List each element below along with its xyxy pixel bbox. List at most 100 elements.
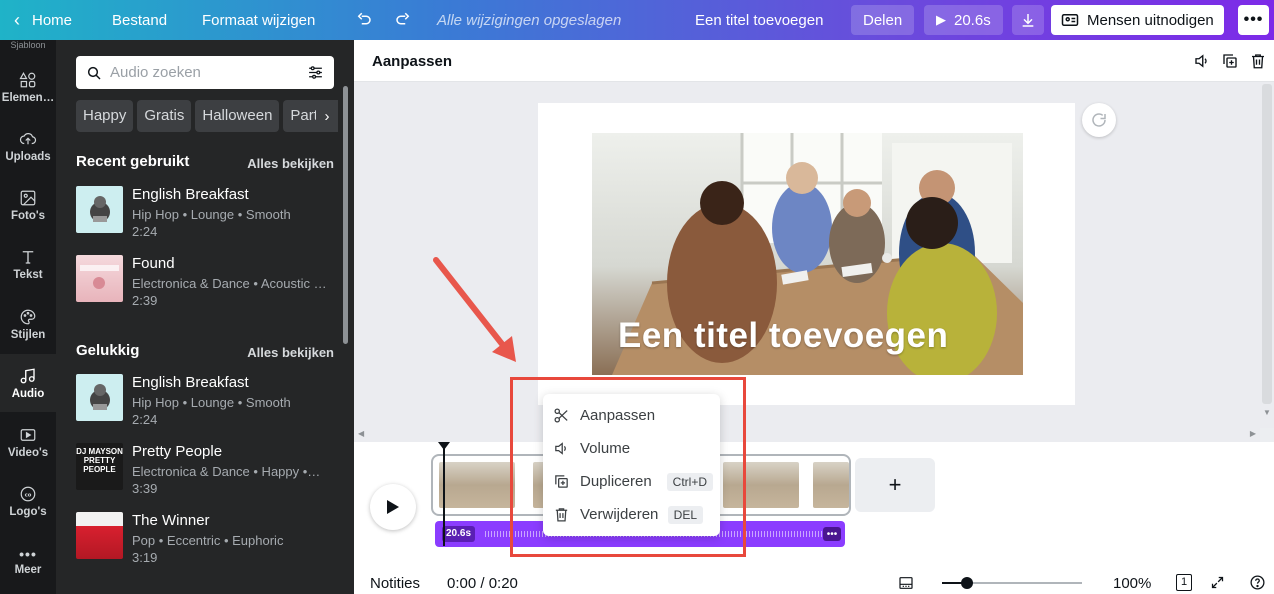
help-icon[interactable]	[1249, 574, 1266, 591]
rail-item-styles[interactable]: Stijlen	[0, 295, 56, 353]
audio-duration-badge: 20.6s	[442, 526, 476, 542]
zoom-slider[interactable]	[942, 577, 1082, 589]
chip-happy[interactable]: Happy	[76, 100, 134, 132]
filter-icon[interactable]	[307, 64, 324, 81]
search-placeholder: Audio zoeken	[110, 64, 201, 81]
track-item[interactable]: English Breakfast Hip Hop • Lounge • Smo…	[76, 374, 334, 434]
notes-button[interactable]: Notities	[370, 575, 420, 592]
share-button[interactable]: Delen	[851, 5, 915, 35]
more-icon: •••	[19, 546, 37, 562]
rail-label: Stijlen	[10, 328, 46, 341]
timeline: + 20.6s •••	[354, 442, 1274, 566]
rail-item-videos[interactable]: Video's	[0, 413, 56, 471]
canvas-title-text[interactable]: Een titel toevoegen	[618, 316, 948, 356]
upload-icon	[19, 132, 37, 144]
rail-item-elements[interactable]: Elemen…	[0, 58, 56, 116]
timeline-toggle-icon[interactable]	[898, 575, 914, 591]
audio-panel: Audio zoeken Happy Gratis Halloween Party ›…	[56, 40, 354, 594]
redo-icon[interactable]	[394, 0, 412, 40]
meeting-photo[interactable]: Een titel toevoegen	[592, 133, 1023, 375]
canvas-vertical-scrollbar[interactable]: ▼	[1260, 82, 1274, 428]
fullscreen-icon[interactable]	[1210, 575, 1225, 590]
chevron-right-icon[interactable]: ›	[316, 100, 338, 132]
saved-status: Alle wijzigingen opgeslagen	[437, 11, 622, 29]
play-icon	[387, 500, 399, 514]
search-icon	[87, 66, 101, 80]
recent-section-title: Recent gebruikt	[76, 153, 190, 170]
home-button[interactable]: ‹ Home	[14, 0, 72, 40]
design-page[interactable]: Een titel toevoegen	[538, 103, 1075, 405]
scroll-left-arrow-icon[interactable]: ◀	[358, 429, 364, 438]
track-item[interactable]: The Winner Pop • Eccentric • Euphoric 3:…	[76, 512, 334, 572]
document-title[interactable]: Een titel toevoegen	[695, 0, 823, 40]
track-meta: Pop • Eccentric • Euphoric	[132, 533, 284, 548]
chip-free[interactable]: Gratis	[137, 100, 192, 132]
track-duration: 3:39	[132, 481, 158, 496]
download-button[interactable]	[1012, 5, 1044, 35]
music-icon	[20, 367, 35, 383]
rail-item-uploads[interactable]: Uploads	[0, 117, 56, 175]
undo-icon[interactable]	[355, 0, 373, 40]
playback-time: 0:00 / 0:20	[447, 575, 518, 592]
scroll-right-arrow-icon[interactable]: ▶	[1250, 429, 1256, 438]
more-options-button[interactable]: •••	[1238, 5, 1269, 35]
chip-halloween[interactable]: Halloween	[195, 100, 280, 132]
timeline-play-button[interactable]	[370, 484, 416, 530]
track-thumbnail	[76, 255, 123, 302]
track-meta: Hip Hop • Lounge • Smooth	[132, 207, 291, 222]
page-count-button[interactable]: 1	[1176, 574, 1192, 591]
track-item[interactable]: DJ MAYSON PRETTY PEOPLE Pretty People El…	[76, 443, 334, 503]
rail-item-photos[interactable]: Foto's	[0, 176, 56, 234]
file-menu[interactable]: Bestand	[112, 0, 167, 40]
top-bar: ‹ Home Bestand Formaat wijzigen Alle wij…	[0, 0, 1274, 40]
rail-item-logos[interactable]: co Logo's	[0, 472, 56, 530]
add-scene-button[interactable]: +	[855, 458, 935, 512]
playhead[interactable]	[443, 442, 445, 546]
play-icon: ▶	[936, 12, 946, 27]
trash-icon[interactable]	[1249, 52, 1267, 70]
rail-label: Foto's	[10, 209, 46, 222]
panel-scrollbar[interactable]	[343, 86, 348, 344]
audio-search-input[interactable]: Audio zoeken	[76, 56, 334, 89]
rail-item-audio[interactable]: Audio	[0, 354, 56, 412]
track-thumbnail: DJ MAYSON PRETTY PEOPLE	[76, 443, 123, 490]
invite-button[interactable]: Mensen uitnodigen	[1051, 5, 1224, 35]
bottom-bar: Notities 0:00 / 0:20 100% 1	[354, 566, 1274, 594]
rail-item-more[interactable]: ••• Meer	[0, 532, 56, 590]
editor-adjust-button[interactable]: Aanpassen	[372, 53, 452, 70]
rail-top-fragment: Sjabloon	[10, 40, 46, 50]
track-duration: 2:24	[132, 224, 158, 239]
rail-item-text[interactable]: Tekst	[0, 235, 56, 293]
scene-thumbnail[interactable]	[813, 462, 849, 508]
track-duration: 3:19	[132, 550, 158, 565]
canvas-horizontal-scrollbar[interactable]: ◀ ▶	[354, 428, 1260, 442]
track-title: English Breakfast	[132, 374, 249, 391]
playhead-handle-icon[interactable]	[438, 442, 450, 450]
invite-icon	[1061, 14, 1079, 26]
track-item[interactable]: Found Electronica & Dance • Acoustic … 2…	[76, 255, 334, 315]
rail-label: Meer	[14, 564, 42, 576]
track-meta: Electronica & Dance • Acoustic …	[132, 276, 327, 291]
track-thumbnail	[76, 512, 123, 559]
scene-thumbnail[interactable]	[439, 462, 515, 508]
zoom-slider-knob[interactable]	[961, 577, 974, 589]
recent-see-all-link[interactable]: Alles bekijken	[247, 156, 334, 171]
happy-section-title: Gelukkig	[76, 342, 140, 359]
scroll-down-arrow-icon[interactable]: ▼	[1263, 408, 1271, 417]
play-preview-button[interactable]: ▶ 20.6s	[924, 5, 1003, 35]
rail-label: Uploads	[5, 150, 51, 163]
photo-icon	[20, 190, 36, 205]
happy-see-all-link[interactable]: Alles bekijken	[247, 345, 334, 360]
rail-label: Audio	[11, 387, 45, 400]
track-item[interactable]: English Breakfast Hip Hop • Lounge • Smo…	[76, 186, 334, 246]
volume-icon[interactable]	[1193, 52, 1211, 70]
resize-menu[interactable]: Formaat wijzigen	[202, 0, 315, 40]
refresh-icon	[1092, 113, 1106, 127]
track-title: The Winner	[132, 512, 210, 529]
video-icon	[20, 428, 36, 441]
text-icon	[22, 250, 34, 264]
zoom-level[interactable]: 100%	[1113, 575, 1151, 592]
refresh-button[interactable]	[1082, 103, 1116, 137]
duplicate-page-icon[interactable]	[1221, 52, 1239, 70]
audio-more-icon[interactable]: •••	[823, 527, 841, 541]
